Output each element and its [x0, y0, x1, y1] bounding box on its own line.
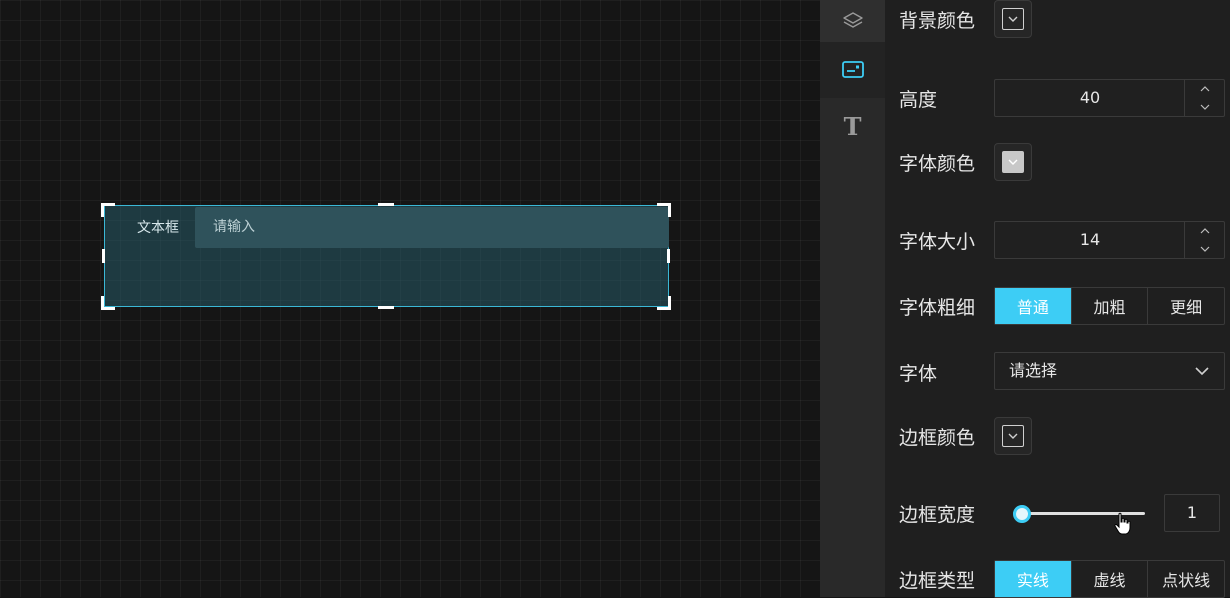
- font-color-picker[interactable]: [994, 143, 1032, 181]
- border-type-option-dotted[interactable]: 点状线: [1147, 561, 1224, 597]
- tab-layers[interactable]: [820, 0, 885, 42]
- font-weight-option-lighter[interactable]: 更细: [1147, 288, 1224, 324]
- chevron-down-icon: [1008, 16, 1018, 22]
- background-color-swatch: [1002, 8, 1024, 30]
- height-increment-button[interactable]: [1185, 80, 1224, 98]
- card-icon: [841, 61, 864, 78]
- border-type-label: 边框类型: [899, 570, 976, 592]
- border-type-option-solid[interactable]: 实线: [995, 561, 1071, 597]
- chevron-down-icon: [1200, 104, 1209, 110]
- border-color-swatch: [1002, 425, 1024, 447]
- chevron-down-icon: [1008, 159, 1018, 165]
- background-color-label: 背景颜色: [899, 10, 976, 32]
- font-color-swatch: [1002, 151, 1024, 173]
- font-size-decrement-button[interactable]: [1185, 240, 1224, 258]
- border-type-segmented: 实线 虚线 点状线: [994, 560, 1225, 598]
- resize-handle-bottom-left[interactable]: [101, 296, 115, 310]
- font-family-label: 字体: [899, 363, 938, 385]
- slider-thumb[interactable]: [1013, 505, 1031, 523]
- textbox-label: 文本框: [137, 220, 179, 236]
- font-weight-option-bold[interactable]: 加粗: [1070, 288, 1148, 324]
- properties-panel: 背景颜色 高度 40 字体颜色 字体大小 14 字体粗细 普通 加粗 更细 字体…: [885, 0, 1230, 598]
- tab-style[interactable]: [820, 42, 885, 98]
- hand-cursor-icon: [1114, 512, 1131, 535]
- text-icon: T: [843, 111, 862, 141]
- resize-handle-bottom[interactable]: [378, 306, 394, 309]
- layers-icon: [842, 12, 863, 28]
- resize-handle-top[interactable]: [378, 203, 394, 206]
- design-canvas[interactable]: 文本框 请输入: [0, 0, 820, 597]
- font-size-stepper: [1184, 222, 1224, 258]
- border-color-label: 边框颜色: [899, 427, 976, 449]
- resize-handle-top-right[interactable]: [657, 203, 671, 217]
- chevron-up-icon: [1200, 228, 1209, 234]
- resize-handle-right[interactable]: [667, 249, 670, 263]
- resize-handle-top-left[interactable]: [101, 203, 115, 217]
- font-family-placeholder: 请选择: [1009, 361, 1058, 380]
- font-size-value[interactable]: 14: [995, 222, 1185, 258]
- border-color-picker[interactable]: [994, 417, 1032, 455]
- panel-tab-bar: T: [820, 0, 885, 597]
- font-weight-option-normal[interactable]: 普通: [995, 288, 1071, 324]
- height-stepper: [1184, 80, 1224, 116]
- font-color-label: 字体颜色: [899, 153, 976, 175]
- height-input[interactable]: 40: [994, 79, 1225, 117]
- textbox-input[interactable]: 请输入: [195, 207, 669, 248]
- border-width-label: 边框宽度: [899, 504, 976, 526]
- height-label: 高度: [899, 89, 938, 111]
- border-type-option-dashed[interactable]: 虚线: [1070, 561, 1148, 597]
- chevron-down-icon: [1195, 367, 1209, 376]
- font-weight-label: 字体粗细: [899, 297, 976, 319]
- chevron-up-icon: [1200, 86, 1209, 92]
- font-size-increment-button[interactable]: [1185, 222, 1224, 240]
- height-value[interactable]: 40: [995, 80, 1185, 116]
- chevron-down-icon: [1008, 433, 1018, 439]
- font-size-input[interactable]: 14: [994, 221, 1225, 259]
- background-color-picker[interactable]: [994, 0, 1032, 38]
- font-size-label: 字体大小: [899, 231, 976, 253]
- font-weight-segmented: 普通 加粗 更细: [994, 287, 1225, 325]
- tab-text[interactable]: T: [820, 98, 885, 154]
- chevron-down-icon: [1200, 246, 1209, 252]
- textbox-component[interactable]: 文本框 请输入: [104, 205, 669, 307]
- font-family-select[interactable]: 请选择: [994, 352, 1225, 390]
- resize-handle-left[interactable]: [102, 249, 105, 263]
- height-decrement-button[interactable]: [1185, 98, 1224, 116]
- border-width-value[interactable]: 1: [1164, 494, 1220, 532]
- resize-handle-bottom-right[interactable]: [657, 296, 671, 310]
